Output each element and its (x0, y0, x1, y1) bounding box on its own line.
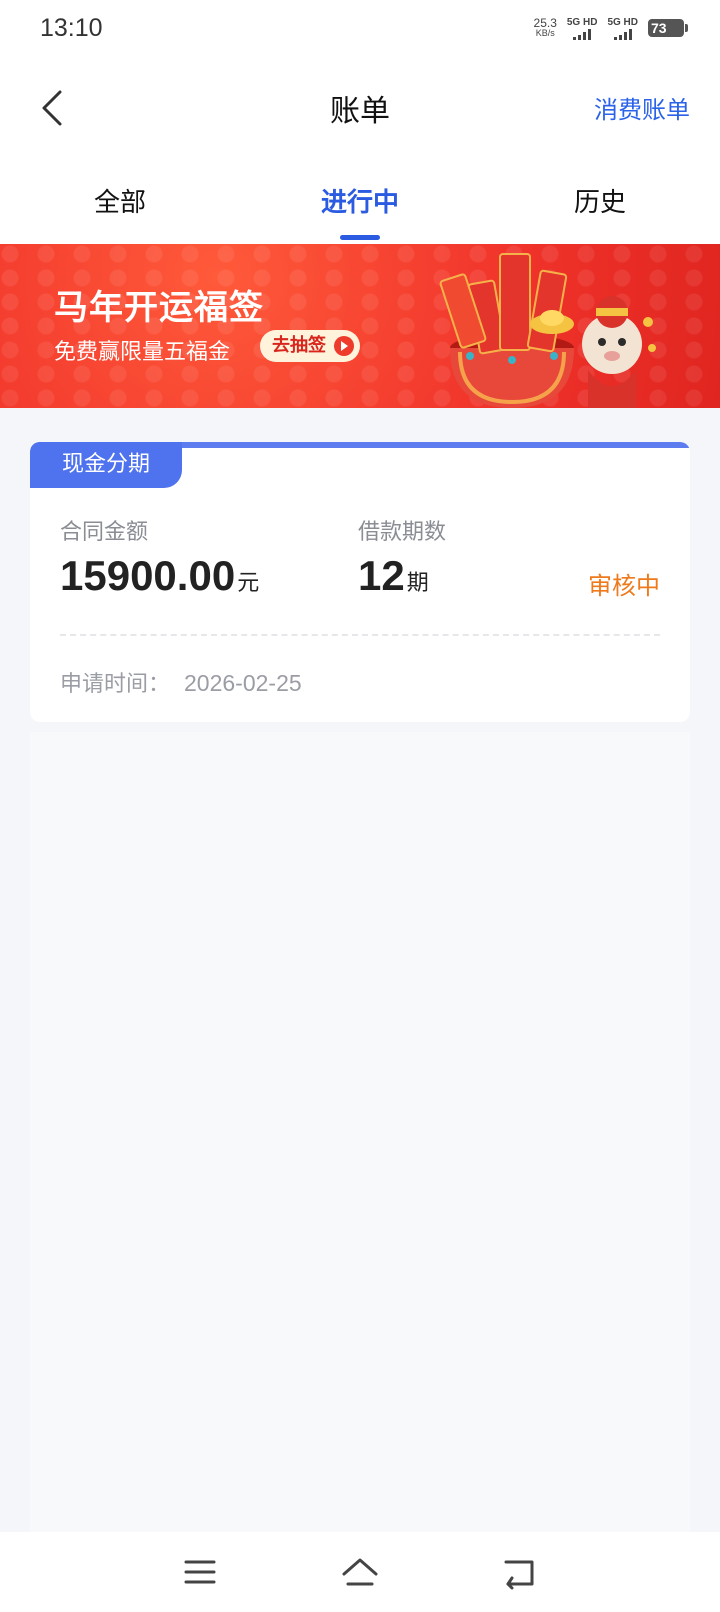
signal-sim2-label: 5G HD (607, 16, 638, 28)
tab-label: 历史 (573, 188, 626, 218)
signal-bars-icon (613, 28, 632, 40)
tab-active-indicator (340, 235, 380, 240)
battery-level: 73 (651, 20, 667, 36)
contract-amount-label: 合同金额 (60, 520, 149, 545)
apply-time-label: 申请时间： (60, 672, 171, 697)
promo-banner[interactable]: 马年开运福签 免费赢限量五福金 去抽签 (0, 244, 720, 408)
tab-all[interactable]: 全部 (0, 164, 240, 244)
contract-amount-value: 15900.00 (60, 552, 236, 599)
banner-subtitle: 免费赢限量五福金 (54, 340, 231, 365)
home-icon (342, 1558, 378, 1586)
menu-button[interactable] (180, 1554, 220, 1590)
signal-bars-icon (573, 28, 592, 40)
status-time: 13:10 (40, 14, 103, 42)
arrow-right-icon (334, 336, 354, 356)
loan-periods: 12期 (358, 552, 429, 600)
fortune-pot-illustration (439, 253, 656, 408)
menu-icon (184, 1560, 216, 1584)
divider (60, 634, 660, 636)
contract-amount-unit: 元 (237, 571, 260, 596)
draw-lot-label: 去抽签 (272, 335, 326, 356)
tab-history[interactable]: 历史 (480, 164, 720, 244)
bill-card[interactable]: 现金分期 合同金额 借款期数 15900.00元 12期 审核中 申请时间： 20… (30, 442, 690, 722)
list-empty-area (30, 732, 690, 1532)
loan-periods-unit: 期 (406, 571, 429, 596)
tab-bar: 全部 进行中 历史 (0, 164, 720, 244)
back-icon (504, 1560, 534, 1590)
apply-time: 申请时间： 2026-02-25 (60, 666, 302, 698)
status-indicators: 25.3 KB/s 5G HD 5G HD 73 (533, 14, 688, 42)
status-bar: 13:10 25.3 KB/s 5G HD 5G HD 73 (0, 0, 720, 56)
tab-label: 进行中 (320, 188, 399, 218)
net-speed-value: 25.3 (533, 16, 557, 30)
app-header: 账单 消费账单 (0, 56, 720, 164)
tab-label: 全部 (93, 188, 146, 218)
signal-sim1: 5G HD (566, 16, 598, 40)
net-speed: 25.3 KB/s (533, 16, 557, 38)
signal-sim2: 5G HD (607, 17, 638, 40)
signal-sim1-label: 5G HD (566, 16, 598, 28)
contract-amount: 15900.00元 (60, 552, 259, 600)
loan-periods-value: 12 (358, 552, 405, 599)
loan-periods-label: 借款期数 (358, 520, 447, 545)
product-tag: 现金分期 (30, 442, 182, 488)
consumption-bill-link[interactable]: 消费账单 (594, 90, 690, 125)
home-button[interactable] (340, 1554, 380, 1590)
net-speed-unit: KB/s (535, 28, 555, 38)
status-badge: 审核中 (588, 572, 660, 600)
draw-lot-button[interactable]: 去抽签 (260, 330, 360, 362)
apply-time-value: 2026-02-25 (184, 670, 302, 696)
banner-title: 马年开运福签 (54, 288, 264, 328)
battery-icon: 73 (648, 19, 688, 37)
system-nav-bar (0, 1532, 720, 1612)
back-nav-button[interactable] (500, 1554, 540, 1590)
tab-in-progress[interactable]: 进行中 (240, 164, 480, 244)
